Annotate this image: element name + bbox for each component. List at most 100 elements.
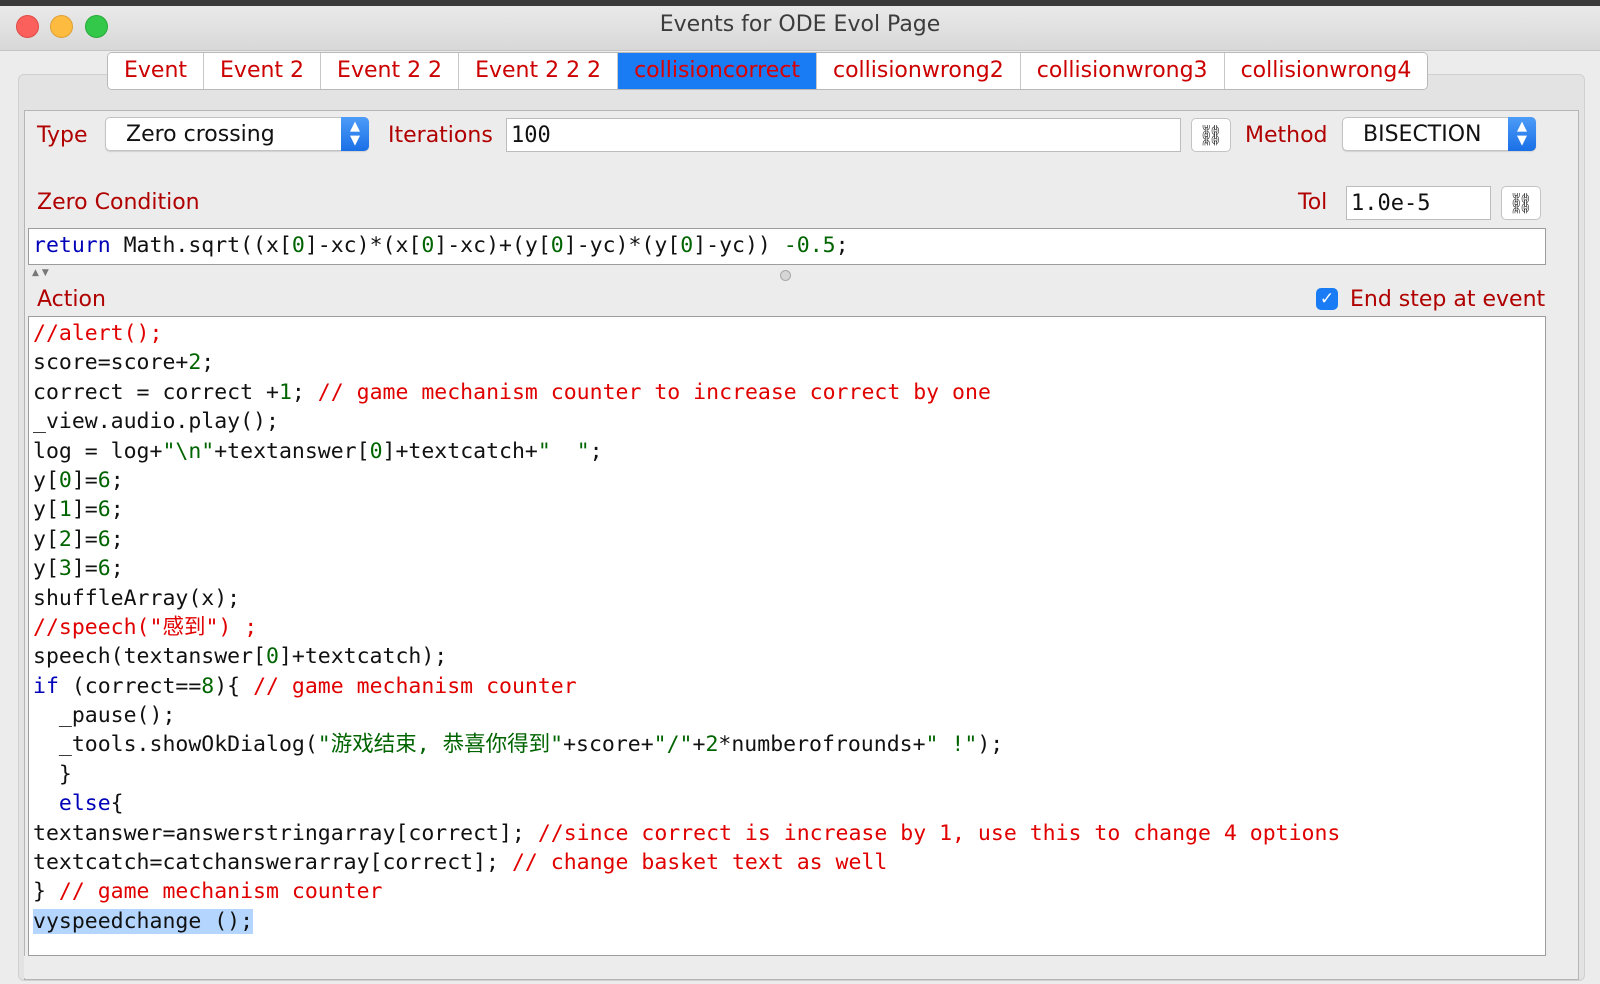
code-token: 3 [58,556,72,582]
panel-footer [24,956,1577,978]
event-tabs: Event Event 2 Event 2 2 Event 2 2 2 collisio… [107,52,1429,90]
action-label: Action [37,287,106,312]
window-title: Events for ODE Evol Page [659,12,941,37]
tol-link-button[interactable]: ⛓ [1501,186,1541,220]
code-token: ); [977,732,1004,758]
code-token: 2 [705,732,719,758]
code-token: log = log+ [33,438,163,464]
code-line: } // game mechanism counter [33,877,1545,906]
code-token: "游戏结束, 恭喜你得到" [317,732,564,758]
code-token: ; [110,526,124,552]
code-comment: // change basket text as well [511,850,888,876]
code-token: 0 [369,438,383,464]
code-token: if [33,673,59,699]
code-token: y[ [33,467,59,493]
method-label: Method [1245,123,1328,148]
code-token: ; [201,350,215,376]
code-line: y[0]=6; [33,466,1545,495]
tol-field[interactable]: 1.0e-5 [1346,186,1491,220]
end-step-label: End step at event [1350,287,1546,312]
code-token: { [110,791,124,817]
tab-collisioncorrect[interactable]: collisioncorrect [618,53,817,89]
code-token: textanswer=answerstringarray[correct]; [33,820,538,846]
tab-collisionwrong3[interactable]: collisionwrong3 [1020,53,1225,89]
code-line: y[2]=6; [33,525,1545,554]
tab-event[interactable]: Event [108,53,205,89]
tol-label: Tol [1298,190,1328,215]
code-token: 8 [201,673,215,699]
code-token: score=score+ [33,350,189,376]
code-token: y[ [33,497,59,523]
action-code-editor[interactable]: //alert(); score=score+2; correct = correc… [28,316,1546,956]
code-token: ]+textcatch); [278,644,448,670]
code-token: + [692,732,706,758]
code-token: ; [110,556,124,582]
code-token: 1 [278,379,292,405]
link-icon: ⛓ [1508,191,1534,215]
tab-event-2-2-2[interactable]: Event 2 2 2 [459,53,619,89]
tab-collisionwrong4[interactable]: collisionwrong4 [1224,53,1428,89]
code-token: " " [537,438,590,464]
tab-collisionwrong2[interactable]: collisionwrong2 [816,53,1021,89]
tab-event-2[interactable]: Event 2 [204,53,322,89]
code-token: ; [110,497,124,523]
code-line: speech(textanswer[0]+textcatch); [33,642,1545,671]
code-token: } [33,761,72,787]
code-token: 6 [97,497,111,523]
code-token: _view.audio.play(); [33,409,279,435]
code-line: y[1]=6; [33,495,1545,524]
title-bar[interactable]: Events for ODE Evol Page [0,0,1600,51]
events-window: Events for ODE Evol Page Event Event 2 Eve… [0,0,1600,984]
type-label: Type [37,123,88,148]
code-token: ; [589,438,603,464]
updown-icon: ▲ ▼ [1508,117,1536,151]
code-token: 0 [58,467,72,493]
code-token: ]= [71,467,98,493]
code-token: ]+textcatch+ [382,438,538,464]
code-comment: //speech("感到") ; [33,614,258,640]
code-line: if (correct==8){ // game mechanism count… [33,672,1545,701]
zero-condition-label: Zero Condition [37,190,200,215]
code-comment: // game mechanism counter [58,879,383,905]
code-token: 6 [97,526,111,552]
code-token: correct = correct + [33,379,279,405]
code-token: 2 [58,526,72,552]
code-token: y[ [33,526,59,552]
code-token: 6 [97,556,111,582]
type-select[interactable]: Zero crossing ▲ ▼ [105,117,369,151]
code-token: "\n" [162,438,215,464]
type-select-value: Zero crossing [126,122,275,147]
code-comment: // game mechanism counter [253,673,577,699]
code-line: y[3]=6; [33,554,1545,583]
code-token: ]= [71,526,98,552]
code-token: +textanswer[ [214,438,370,464]
code-token: 1 [58,497,72,523]
desktop-strip [0,0,1600,6]
code-token: "/" [653,732,693,758]
method-select[interactable]: BISECTION ▲ ▼ [1342,117,1536,151]
code-token: 6 [97,467,111,493]
collapse-arrows-icon[interactable]: ▲▼ [32,268,52,278]
code-token: y[ [33,556,59,582]
code-line: } [33,760,1545,789]
code-token: +score+ [563,732,654,758]
zero-condition-editor[interactable]: return Math.sqrt((x[0]-xc)*(x[0]-xc)+(y[… [28,228,1546,265]
end-step-checkbox[interactable]: ✓ [1316,288,1338,310]
tab-event-2-2[interactable]: Event 2 2 [321,53,460,89]
code-token: } [33,879,59,905]
iterations-field[interactable]: 100 [506,118,1181,152]
code-line: _view.audio.play(); [33,407,1545,436]
divider-grip-icon[interactable] [780,270,791,281]
code-token: 0 [266,644,279,670]
method-select-value: BISECTION [1363,122,1482,147]
code-line: vyspeedchange (); [33,907,1545,936]
code-line: //alert(); [33,319,1545,348]
code-line: //speech("感到") ; [33,613,1545,642]
updown-icon: ▲ ▼ [341,117,369,151]
split-pane-divider[interactable]: ▲▼ [28,268,1546,282]
code-token: 2 [188,350,202,376]
code-comment: //alert(); [33,321,163,346]
code-token: else [33,791,111,817]
iterations-link-button[interactable]: ⛓ [1191,118,1231,152]
code-token: ; [291,379,318,405]
